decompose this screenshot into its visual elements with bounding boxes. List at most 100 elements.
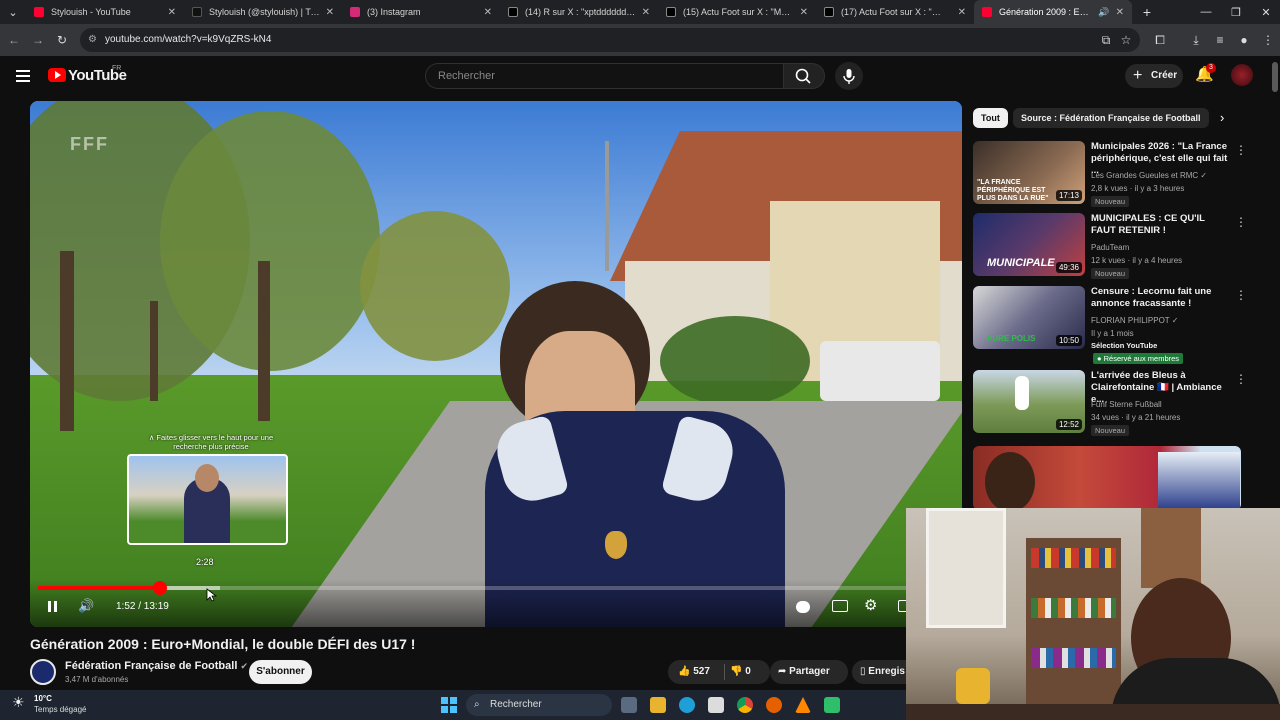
video-thumbnail[interactable]: PURE POLIS 10:50 [973, 286, 1085, 349]
video-title: Génération 2009 : Euro+Mondial, le doubl… [30, 636, 416, 652]
video-meta: 34 vues · il y a 21 heures [1091, 413, 1181, 422]
browser-tab[interactable]: (14) R sur X : "xptdddddddddd ✕ [500, 0, 658, 24]
video-channel[interactable]: Les Grandes Gueules et RMC ✓ [1091, 171, 1207, 180]
weather-temp[interactable]: 10°C [34, 694, 52, 703]
extensions-icon[interactable]: ⧠ [1152, 32, 1168, 48]
video-title[interactable]: MUNICIPALES : CE QU'IL FAUT RETENIR ! [1091, 213, 1231, 237]
page-scrollbar[interactable] [1272, 62, 1278, 92]
settings-gear-icon[interactable]: ⚙ [864, 596, 877, 614]
recommended-video[interactable]: MUNICIPALE 49:36 MUNICIPALES : CE QU'IL … [973, 213, 1253, 281]
members-only-badge: ● Réservé aux membres [1093, 353, 1184, 364]
browser-menu-icon[interactable]: ⋮ [1260, 32, 1276, 48]
search-input[interactable]: Rechercher [425, 63, 783, 89]
subtitles-icon[interactable] [832, 600, 848, 612]
site-info-icon[interactable]: ⚙ [88, 28, 97, 52]
video-channel[interactable]: FLORIAN PHILIPPOT ✓ [1091, 316, 1178, 325]
chip-source[interactable]: Source : Fédération Française de Footbal… [1013, 108, 1209, 128]
download-icon[interactable]: ⤓ [1188, 32, 1204, 48]
app-icon[interactable] [824, 697, 840, 713]
chips-next-chevron-icon[interactable]: › [1220, 110, 1224, 125]
browser-tab[interactable]: (3) Instagram ✕ [342, 0, 500, 24]
dislike-button[interactable]: 👎 0 [730, 660, 751, 684]
close-window-button[interactable]: ✕ [1250, 0, 1280, 24]
tab-title: Génération 2009 : Euro+M [999, 7, 1093, 17]
weather-sun-icon[interactable]: ☀ [12, 694, 25, 711]
browser-tab-active[interactable]: Génération 2009 : Euro+M 🔊 ✕ [974, 0, 1132, 24]
channel-name[interactable]: Fédération Française de Football ✔ [65, 660, 248, 672]
progress-scrubber-handle[interactable] [152, 581, 167, 595]
back-icon[interactable]: ← [6, 32, 22, 48]
more-options-icon[interactable]: ⋮ [1235, 372, 1247, 386]
tab-search-icon[interactable]: ⌄ [0, 0, 26, 24]
new-tab-button[interactable]: + [1132, 0, 1162, 24]
close-tab-icon[interactable]: ✕ [1116, 7, 1124, 18]
account-avatar[interactable] [1231, 64, 1253, 86]
youtube-logo-icon[interactable] [48, 68, 66, 82]
taskbar-search-box[interactable]: ⌕ Rechercher [466, 694, 612, 716]
minimize-button[interactable]: — [1190, 0, 1222, 24]
close-tab-icon[interactable]: ✕ [800, 7, 808, 18]
video-channel[interactable]: Fünf Sterne Fußball [1091, 400, 1162, 409]
video-thumbnail[interactable]: "LA FRANCE PÉRIPHÉRIQUE EST PLUS DANS LA… [973, 141, 1085, 204]
chip-all[interactable]: Tout [973, 108, 1008, 128]
close-tab-icon[interactable]: ✕ [326, 7, 334, 18]
chrome-icon[interactable] [737, 697, 753, 713]
close-tab-icon[interactable]: ✕ [484, 7, 492, 18]
browser-tab[interactable]: Stylouish - YouTube ✕ [26, 0, 184, 24]
recommended-video-thumbnail-partial[interactable] [973, 446, 1241, 510]
subscribe-button[interactable]: S'abonner [249, 660, 312, 684]
close-tab-icon[interactable]: ✕ [642, 7, 650, 18]
close-tab-icon[interactable]: ✕ [168, 7, 176, 18]
video-thumbnail[interactable]: MUNICIPALE 49:36 [973, 213, 1085, 276]
maximize-button[interactable]: ❐ [1220, 0, 1252, 24]
video-thumbnail[interactable]: 12:52 [973, 370, 1085, 433]
firefox-icon[interactable] [766, 697, 782, 713]
more-options-icon[interactable]: ⋮ [1235, 215, 1247, 229]
share-button[interactable]: ➦ Partager [770, 660, 848, 684]
file-explorer-icon[interactable] [650, 697, 666, 713]
video-badge: Nouveau [1091, 196, 1130, 207]
browser-tab[interactable]: Stylouish (@stylouish) | TikTok ✕ [184, 0, 342, 24]
channel-avatar[interactable] [30, 659, 56, 685]
forward-icon[interactable]: → [30, 32, 46, 48]
reload-icon[interactable]: ↻ [54, 32, 70, 48]
pause-button[interactable] [46, 600, 60, 614]
thumb-face [985, 452, 1035, 510]
start-windows-icon[interactable] [441, 697, 457, 713]
video-channel[interactable]: PaduTeam [1091, 243, 1129, 252]
x-favicon-icon [508, 7, 518, 17]
bookmark-star-icon[interactable]: ☆ [1118, 32, 1134, 48]
search-button[interactable] [783, 63, 825, 89]
microsoft-store-icon[interactable] [708, 697, 724, 713]
audio-icon[interactable]: 🔊 [1098, 7, 1109, 18]
recommended-video[interactable]: PURE POLIS 10:50 Censure : Lecornu fait … [973, 286, 1253, 366]
close-tab-icon[interactable]: ✕ [958, 7, 966, 18]
url-field[interactable]: ⚙ youtube.com/watch?v=k9VqZRS-kN4 [80, 28, 1140, 52]
share-arrow-icon: ➦ [778, 666, 787, 677]
progress-bar[interactable] [38, 581, 906, 595]
hamburger-menu-icon[interactable] [16, 68, 30, 84]
profile-icon[interactable]: ● [1236, 32, 1252, 48]
browser-tab[interactable]: (15) Actu Foot sur X : "Mdr L'Al ✕ [658, 0, 816, 24]
browser-tab[interactable]: (17) Actu Foot sur X : "🚨 ÇA F ✕ [816, 0, 974, 24]
share-label: Partager [789, 666, 830, 677]
media-icon[interactable]: ≡ [1212, 32, 1228, 48]
edge-browser-icon[interactable] [679, 697, 695, 713]
like-button[interactable]: 👍 527 [678, 660, 710, 684]
volume-icon[interactable]: 🔊 [78, 598, 94, 614]
video-frame-trunk [60, 251, 74, 431]
more-options-icon[interactable]: ⋮ [1235, 143, 1247, 157]
recommended-video[interactable]: 12:52 L'arrivée des Bleus à Clairefontai… [973, 370, 1253, 438]
preview-face [195, 464, 219, 492]
install-app-icon[interactable]: ⧉ [1098, 32, 1114, 48]
voice-search-button[interactable] [835, 62, 863, 90]
create-button[interactable]: + Créer [1125, 64, 1183, 88]
save-button[interactable]: ▯ Enregis [852, 660, 906, 684]
task-view-icon[interactable] [621, 697, 637, 713]
recommended-video[interactable]: "LA FRANCE PÉRIPHÉRIQUE EST PLUS DANS LA… [973, 141, 1253, 209]
more-options-icon[interactable]: ⋮ [1235, 288, 1247, 302]
video-player[interactable]: FFF ∧ Faites glisser vers le haut pour u… [30, 101, 962, 627]
vlc-icon[interactable] [795, 697, 811, 713]
autoplay-toggle[interactable] [796, 601, 810, 613]
video-title[interactable]: Censure : Lecornu fait une annonce fraca… [1091, 286, 1231, 310]
